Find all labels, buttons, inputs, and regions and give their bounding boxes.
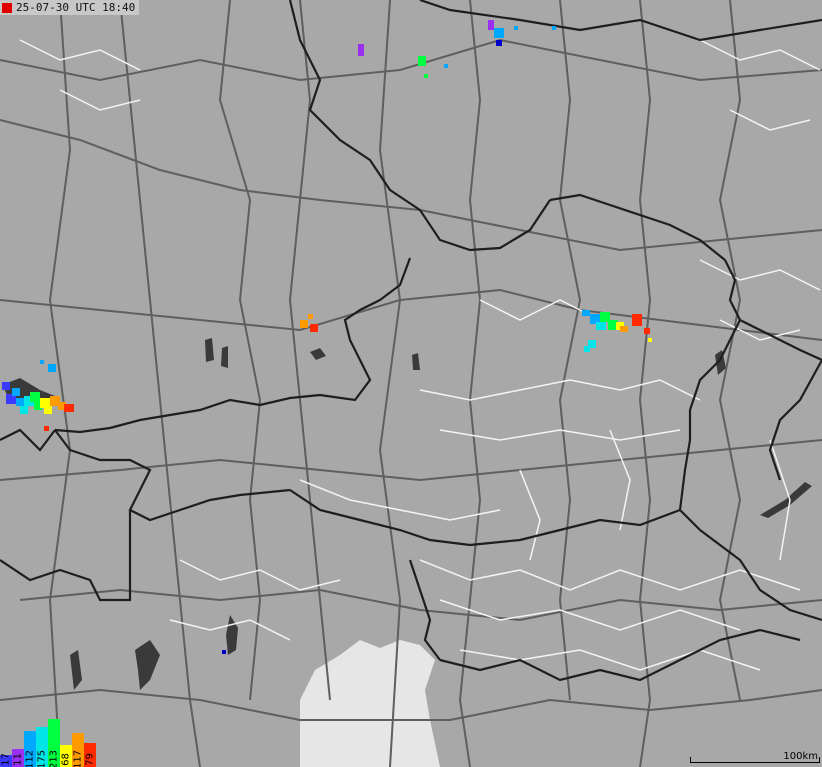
- strike-marker: [514, 26, 518, 30]
- strike-marker: [64, 404, 74, 412]
- legend-item: 213: [48, 719, 60, 767]
- strike-marker: [496, 40, 502, 46]
- legend-item: 11: [12, 749, 24, 767]
- strike-marker: [488, 20, 494, 30]
- lightning-map[interactable]: 25-07-30 UTC 18:40 17 11 112 175 213 68 117 79 …: [0, 0, 822, 767]
- strike-cluster-west: [2, 360, 74, 431]
- legend-count: 11: [12, 753, 24, 766]
- scale-bar: 100km: [690, 751, 820, 765]
- strike-marker: [2, 382, 10, 390]
- strike-marker: [44, 406, 52, 414]
- strike-marker: [582, 310, 590, 316]
- strike-marker: [552, 26, 556, 30]
- strike-cluster-bavaria: [300, 314, 318, 332]
- strike-marker: [44, 426, 49, 431]
- strike-marker: [222, 650, 226, 654]
- strike-marker: [300, 320, 308, 328]
- lightning-strikes: [2, 20, 652, 654]
- live-indicator: [2, 2, 12, 13]
- strike-marker: [620, 326, 628, 332]
- strike-marker: [308, 314, 313, 319]
- strike-marker: [20, 406, 28, 414]
- timestamp-text: 25-07-30 UTC 18:40: [16, 1, 136, 14]
- legend-count: 117: [72, 749, 84, 767]
- legend-item: 117: [72, 733, 84, 767]
- strike-marker: [632, 314, 642, 326]
- strike-count-legend: 17 11 112 175 213 68 117 79: [0, 719, 96, 767]
- strike-marker: [648, 338, 652, 342]
- legend-count: 79: [84, 753, 96, 766]
- legend-item: 175: [36, 727, 48, 767]
- strike-marker: [596, 322, 606, 330]
- strike-marker: [494, 28, 504, 38]
- strike-marker: [48, 364, 56, 372]
- scale-tick-right: [819, 757, 820, 763]
- strike-marker: [310, 324, 318, 332]
- scale-label: 100km: [783, 751, 818, 762]
- strike-marker: [644, 328, 650, 334]
- strike-marker: [584, 346, 590, 352]
- strike-marker: [12, 388, 20, 396]
- legend-item: 68: [60, 745, 72, 767]
- legend-count: 68: [60, 753, 72, 766]
- strike-marker: [40, 360, 44, 364]
- scale-rule: [690, 762, 820, 763]
- legend-count: 213: [48, 749, 60, 767]
- legend-count: 112: [24, 749, 36, 767]
- strike-cluster-bohemia: [358, 20, 556, 78]
- legend-count: 17: [0, 753, 12, 766]
- strike-marker: [358, 44, 364, 56]
- strike-cluster-vienna: [582, 310, 652, 352]
- legend-item: 112: [24, 731, 36, 767]
- legend-item: 17: [0, 753, 12, 767]
- strike-marker: [444, 64, 448, 68]
- legend-item: 79: [84, 743, 96, 767]
- legend-count: 175: [36, 749, 48, 767]
- strike-marker: [30, 392, 40, 402]
- scale-tick-left: [690, 757, 691, 763]
- strike-marker: [424, 74, 428, 78]
- timestamp-banner: 25-07-30 UTC 18:40: [0, 0, 140, 15]
- strike-marker: [418, 56, 426, 66]
